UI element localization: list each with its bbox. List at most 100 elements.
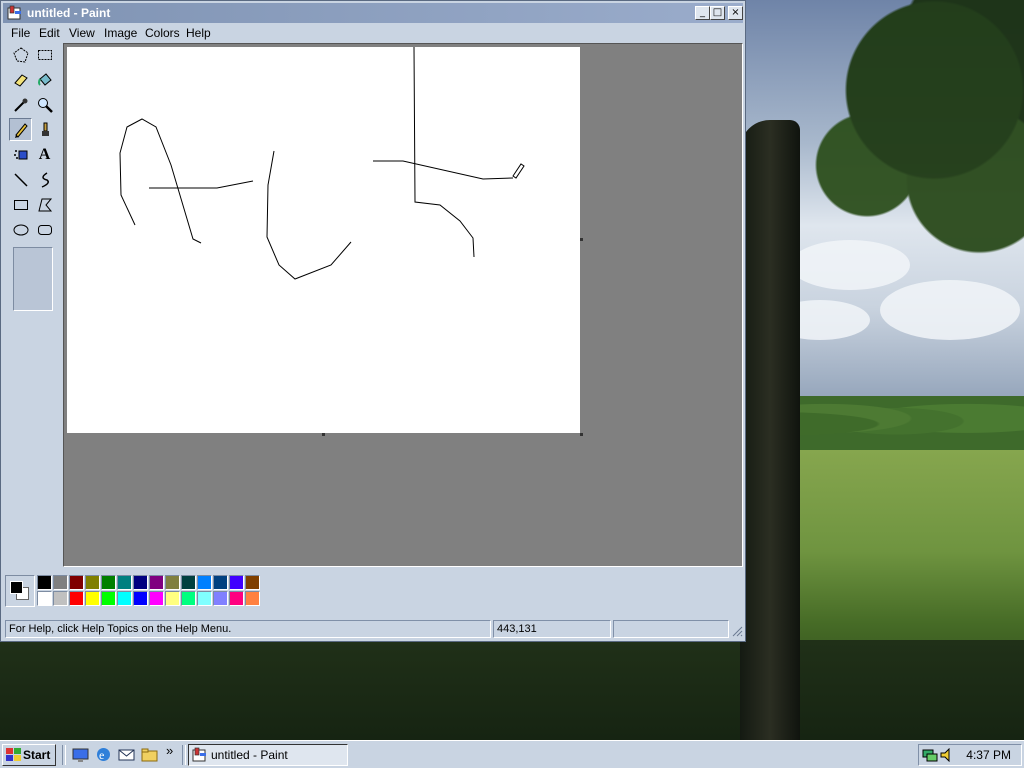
palette-color-swatch[interactable] — [181, 591, 196, 606]
brush-icon — [41, 122, 49, 136]
palette-color-swatch[interactable] — [213, 575, 228, 590]
eraser-tool[interactable] — [9, 68, 32, 91]
palette-color-swatch[interactable] — [133, 591, 148, 606]
folder-icon[interactable] — [141, 746, 158, 763]
airbrush-icon — [13, 149, 27, 159]
palette-color-swatch[interactable] — [37, 591, 52, 606]
line-icon — [13, 172, 28, 187]
palette-color-swatch[interactable] — [165, 591, 180, 606]
palette-color-swatch[interactable] — [117, 575, 132, 590]
current-colors[interactable] — [5, 575, 35, 607]
internet-explorer-icon[interactable]: e — [95, 746, 112, 763]
status-bar: For Help, click Help Topics on the Help … — [3, 619, 743, 639]
pencil-tool[interactable] — [9, 118, 32, 141]
palette-color-swatch[interactable] — [181, 575, 196, 590]
toolbox: A — [5, 43, 61, 567]
ellipse-tool[interactable] — [9, 218, 32, 241]
paint-app-icon — [192, 747, 206, 762]
rectangle-tool[interactable] — [9, 193, 32, 216]
start-button[interactable]: Start — [2, 744, 56, 766]
palette-color-swatch[interactable] — [245, 591, 260, 606]
ellipse-icon — [13, 224, 28, 235]
palette-color-swatch[interactable] — [117, 591, 132, 606]
palette-color-swatch[interactable] — [53, 591, 68, 606]
volume-icon[interactable] — [940, 748, 954, 762]
free-form-select-tool[interactable] — [9, 43, 32, 66]
palette-color-swatch[interactable] — [69, 575, 84, 590]
menu-help[interactable]: Help — [186, 26, 211, 40]
magnifier-icon — [37, 97, 53, 113]
palette-color-swatch[interactable] — [101, 575, 116, 590]
title-bar[interactable]: untitled - Paint _ □ × — [3, 3, 743, 23]
system-tray: 4:37 PM — [918, 744, 1022, 766]
drawing-canvas[interactable] — [67, 46, 580, 433]
resize-handle-right[interactable] — [580, 238, 583, 241]
wallpaper-shadow — [0, 640, 1024, 740]
free-select-icon — [12, 46, 29, 63]
text-icon: A — [38, 145, 51, 163]
rounded-rect-icon — [37, 224, 52, 235]
task-separator — [182, 745, 186, 765]
palette-color-swatch[interactable] — [101, 591, 116, 606]
line-tool[interactable] — [9, 168, 32, 191]
airbrush-tool[interactable] — [9, 143, 32, 166]
magnifier-tool[interactable] — [33, 93, 56, 116]
palette-color-swatch[interactable] — [245, 575, 260, 590]
menu-image[interactable]: Image — [104, 26, 137, 40]
menu-bar: File Edit View Image Colors Help — [3, 23, 743, 43]
text-tool[interactable]: A — [33, 143, 56, 166]
minimize-button[interactable]: _ — [695, 6, 710, 20]
palette-color-swatch[interactable] — [229, 575, 244, 590]
palette-color-swatch[interactable] — [37, 575, 52, 590]
close-button[interactable]: × — [728, 6, 743, 20]
desktop-icon[interactable] — [72, 746, 89, 763]
bucket-icon — [37, 72, 52, 86]
maximize-button[interactable]: □ — [710, 6, 725, 20]
resize-handle-corner[interactable] — [580, 433, 583, 436]
menu-edit[interactable]: Edit — [39, 26, 60, 40]
task-button-label: untitled - Paint — [211, 748, 288, 762]
palette-color-swatch[interactable] — [133, 575, 148, 590]
palette-color-swatch[interactable] — [197, 591, 212, 606]
palette-color-swatch[interactable] — [197, 575, 212, 590]
menu-view[interactable]: View — [69, 26, 95, 40]
tool-options-box[interactable] — [13, 247, 53, 311]
palette-color-swatch[interactable] — [85, 575, 100, 590]
taskbar: Start e » untitled - Paint 4:37 PM — [0, 740, 1024, 768]
task-button-paint[interactable]: untitled - Paint — [188, 744, 348, 766]
palette-color-swatch[interactable] — [229, 591, 244, 606]
palette-color-swatch[interactable] — [165, 575, 180, 590]
wallpaper-foliage — [800, 0, 1024, 300]
palette-color-swatch[interactable] — [213, 591, 228, 606]
paint-app-icon[interactable] — [7, 5, 23, 21]
rounded-rectangle-tool[interactable] — [33, 218, 56, 241]
rectangle-icon — [13, 199, 28, 210]
resize-grip-icon[interactable] — [731, 625, 743, 637]
curve-tool[interactable] — [33, 168, 56, 191]
windows-logo-icon — [6, 748, 21, 761]
status-help-text: For Help, click Help Topics on the Help … — [5, 620, 491, 638]
polygon-tool[interactable] — [33, 193, 56, 216]
quick-launch-overflow[interactable]: » — [166, 743, 173, 758]
fill-tool[interactable] — [33, 68, 56, 91]
canvas-strokes — [119, 46, 525, 280]
palette-color-swatch[interactable] — [53, 575, 68, 590]
palette-color-swatch[interactable] — [85, 591, 100, 606]
pencil-icon — [14, 122, 28, 138]
menu-colors[interactable]: Colors — [145, 26, 180, 40]
palette-color-swatch[interactable] — [149, 591, 164, 606]
wallpaper-tree-trunk — [740, 120, 800, 740]
brush-tool[interactable] — [33, 118, 56, 141]
palette-color-swatch[interactable] — [69, 591, 84, 606]
menu-file[interactable]: File — [11, 26, 30, 40]
pick-color-tool[interactable] — [9, 93, 32, 116]
quick-launch-separator — [62, 745, 66, 765]
palette-color-swatch[interactable] — [149, 575, 164, 590]
resize-handle-bottom[interactable] — [322, 433, 325, 436]
eraser-icon — [13, 73, 28, 87]
outlook-icon[interactable] — [118, 746, 135, 763]
start-label: Start — [23, 748, 51, 762]
select-tool[interactable] — [33, 43, 56, 66]
clock[interactable]: 4:37 PM — [966, 748, 1011, 762]
network-icon[interactable] — [922, 748, 938, 762]
